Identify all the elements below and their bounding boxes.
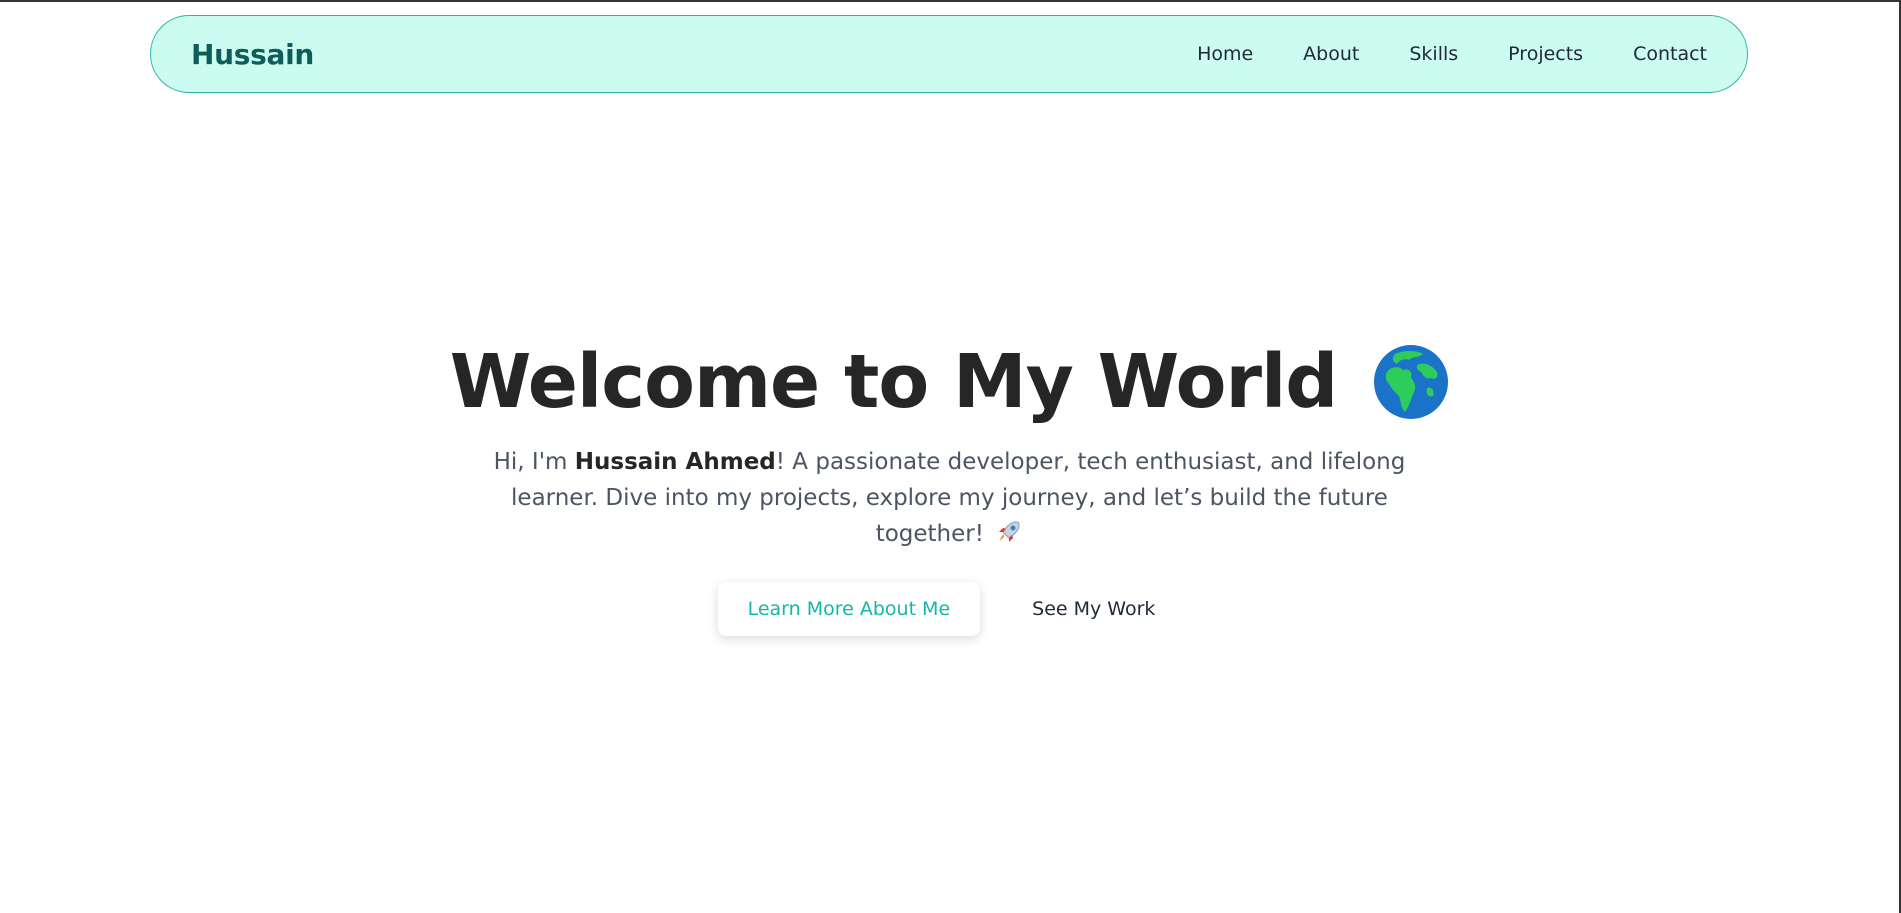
hero-title: Welcome to My World [450,332,1450,432]
hero-section: Welcome to My World Hi, I'm Hussain Ahme… [0,332,1899,636]
hero-title-text: Welcome to My World [449,339,1339,425]
navbar: Hussain Home About Skills Projects Conta… [150,15,1748,93]
owner-name: Hussain Ahmed [574,449,776,475]
nav-link-home[interactable]: Home [1197,43,1253,65]
learn-more-button[interactable]: Learn More About Me [717,582,981,636]
intro-prefix: Hi, I'm [493,449,575,475]
brand-logo[interactable]: Hussain [191,38,314,71]
nav-links: Home About Skills Projects Contact [1147,43,1707,65]
nav-link-skills[interactable]: Skills [1409,43,1458,65]
hero-intro: Hi, I'm Hussain Ahmed! A passionate deve… [470,444,1430,552]
rocket-icon [999,521,1020,542]
nav-link-contact[interactable]: Contact [1633,43,1707,65]
hero-actions: Learn More About Me See My Work [0,582,1899,636]
nav-link-about[interactable]: About [1303,43,1359,65]
see-my-work-button[interactable]: See My Work [1006,582,1181,636]
nav-link-projects[interactable]: Projects [1508,43,1583,65]
globe-icon [1374,345,1449,419]
